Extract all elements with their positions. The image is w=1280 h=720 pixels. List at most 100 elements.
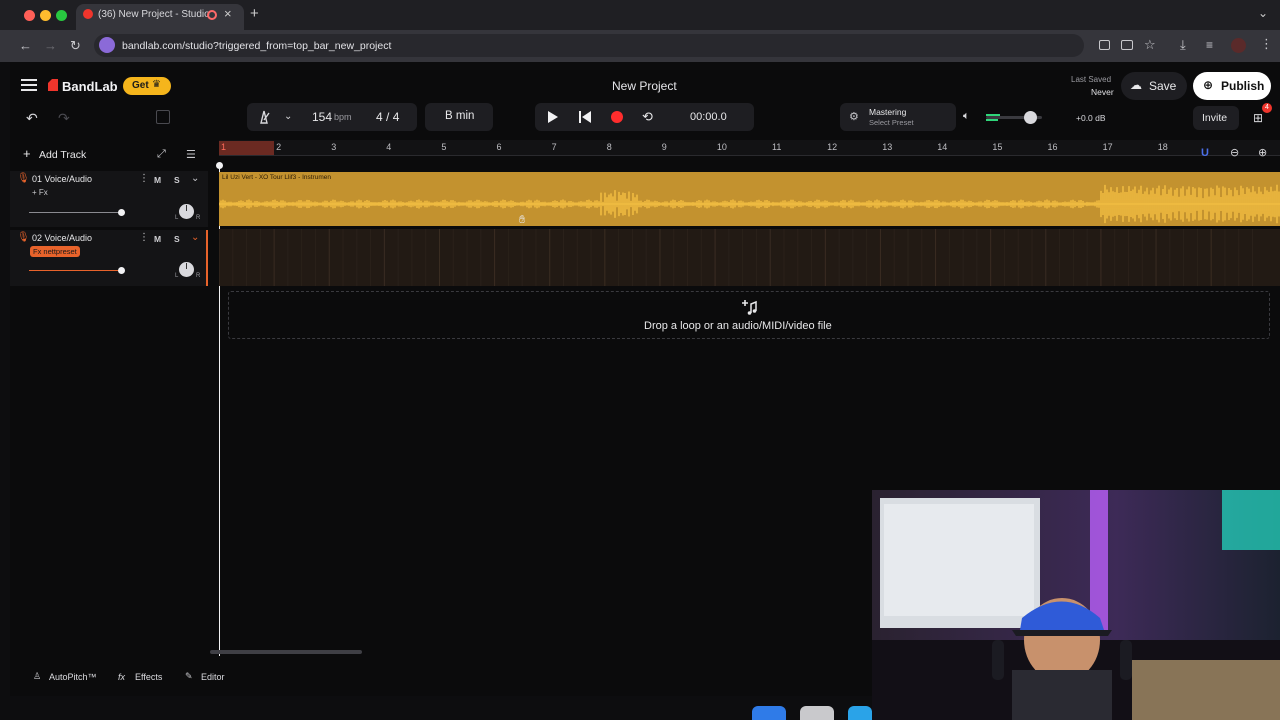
pan-knob[interactable] <box>179 262 194 277</box>
effects-button[interactable]: Effects <box>135 672 162 682</box>
pan-knob[interactable] <box>179 204 194 219</box>
close-window-button[interactable] <box>24 10 35 21</box>
bookmark-star-icon[interactable]: ☆ <box>1144 37 1156 53</box>
project-title[interactable]: New Project <box>612 79 677 93</box>
browser-tab-bar: (36) New Project - Studio × + ⌄ <box>0 0 1280 30</box>
webcam-overlay <box>872 490 1280 720</box>
track-volume-slider[interactable] <box>29 270 121 271</box>
ruler-bar-3: 3 <box>331 142 337 152</box>
split-icon[interactable] <box>156 110 170 124</box>
brand-name: BandLab <box>62 79 118 94</box>
ruler-bar-10: 10 <box>716 142 727 152</box>
profile-avatar[interactable] <box>1231 38 1246 53</box>
mute-button[interactable]: M <box>154 234 161 244</box>
globe-icon: ⊕ <box>1203 78 1214 92</box>
webcam-scene <box>872 490 1280 720</box>
track-header-2[interactable]: 🎙︎ 02 Voice/Audio Fx nettpreset ⋮ M S ⌄ … <box>10 230 208 286</box>
loop-icon[interactable]: ⟲ <box>642 109 653 125</box>
plus-icon: + <box>23 146 31 161</box>
bpm-value[interactable]: 154 <box>312 110 332 124</box>
metronome-icon[interactable] <box>257 110 271 124</box>
track-volume-handle[interactable] <box>118 267 125 274</box>
track-options-icon[interactable]: ⋮ <box>139 232 149 243</box>
expand-chevron-icon[interactable]: ⌄ <box>191 232 199 243</box>
metronome-options-chevron-icon[interactable]: ⌄ <box>284 111 292 122</box>
ruler-bar-1: 1 <box>221 142 227 152</box>
track-name[interactable]: 02 Voice/Audio <box>32 233 92 243</box>
track-volume-slider[interactable] <box>29 212 121 213</box>
time-display: 00:00.0 <box>690 111 727 123</box>
fx-preset-badge[interactable]: Fx nettpreset <box>30 246 80 257</box>
master-db-value: +0.0 dB <box>1076 113 1106 123</box>
site-info-icon[interactable] <box>99 37 115 53</box>
loop-region-marker[interactable] <box>219 141 274 155</box>
snap-magnet-icon[interactable]: U <box>1201 147 1209 159</box>
get-membership-button[interactable]: Get ♛ <box>123 77 171 95</box>
track-settings-icon[interactable]: ☰ <box>186 148 196 161</box>
bandlab-logo-icon <box>46 78 60 92</box>
audio-region[interactable]: Lil Uzi Vert - XO Tour Llif3 - Instrumen <box>219 172 1280 226</box>
play-icon[interactable] <box>548 111 558 123</box>
reader-mode-icon[interactable] <box>1099 40 1110 50</box>
add-fx-button[interactable]: + Fx <box>32 188 48 197</box>
reload-icon[interactable]: ↻ <box>70 38 81 54</box>
skip-to-start-icon[interactable] <box>579 111 591 123</box>
browser-menu-icon[interactable]: ⋮ <box>1260 36 1273 52</box>
ruler-bar-14: 14 <box>937 142 948 152</box>
ruler-bar-2: 2 <box>276 142 282 152</box>
solo-button[interactable]: S <box>174 175 180 185</box>
tab-search-chevron-icon[interactable]: ⌄ <box>1258 6 1268 20</box>
waveform <box>219 184 1280 224</box>
tab-title: (36) New Project - Studio <box>98 9 210 20</box>
ruler-bar-13: 13 <box>882 142 893 152</box>
track-options-icon[interactable]: ⋮ <box>139 173 149 184</box>
cast-icon[interactable] <box>1121 40 1133 50</box>
timeline-ruler[interactable] <box>219 140 1280 156</box>
back-icon[interactable]: ← <box>19 38 32 53</box>
recording-indicator-icon <box>207 10 217 20</box>
master-volume-handle[interactable] <box>1024 111 1037 124</box>
automation-icon[interactable]: ⤢ <box>157 148 166 161</box>
time-signature[interactable]: 4 / 4 <box>376 110 399 124</box>
ruler-bar-7: 7 <box>551 142 557 152</box>
solo-button[interactable]: S <box>174 234 180 244</box>
horizontal-scrollbar[interactable] <box>210 650 362 654</box>
extensions-icon[interactable]: ≡ <box>1206 38 1213 52</box>
autopitch-button[interactable]: AutoPitch™ <box>49 672 97 682</box>
add-music-note-icon <box>740 298 758 316</box>
playhead-handle[interactable] <box>216 162 223 169</box>
key-button[interactable]: B min <box>425 103 493 131</box>
save-button[interactable]: ☁ Save <box>1121 72 1187 100</box>
close-tab-icon[interactable]: × <box>224 6 232 21</box>
track-name[interactable]: 01 Voice/Audio <box>32 174 92 184</box>
safari-dock-icon[interactable] <box>848 706 872 720</box>
last-saved-value: Never <box>1091 87 1114 97</box>
new-tab-icon[interactable]: + <box>250 5 259 22</box>
last-saved-label: Last Saved <box>1071 75 1112 84</box>
empty-track-lane[interactable] <box>219 229 1280 286</box>
editor-button[interactable]: Editor <box>201 672 225 682</box>
record-button[interactable] <box>611 111 623 123</box>
expand-chevron-icon[interactable]: ⌄ <box>191 173 199 184</box>
track-header-1[interactable]: 🎙︎ 01 Voice/Audio + Fx ⋮ M S ⌄ L R <box>10 171 208 227</box>
redo-icon[interactable]: ↷ <box>58 110 70 127</box>
gift-icon[interactable]: ⊞ <box>1253 111 1263 125</box>
ruler-bar-9: 9 <box>661 142 667 152</box>
hamburger-menu-icon[interactable] <box>21 79 37 91</box>
track-volume-handle[interactable] <box>118 209 125 216</box>
publish-button[interactable]: ⊕ Publish <box>1193 72 1271 100</box>
forward-icon[interactable]: → <box>44 38 57 53</box>
maximize-window-button[interactable] <box>56 10 67 21</box>
download-icon[interactable]: ⤓ <box>1180 37 1186 53</box>
zoom-out-icon[interactable]: ⊖ <box>1230 146 1239 159</box>
mute-button[interactable]: M <box>154 175 161 185</box>
invite-button[interactable]: Invite <box>1193 106 1239 130</box>
mastering-button[interactable]: ⚙ Mastering Select Preset <box>840 103 956 131</box>
add-track-button[interactable]: + Add Track <box>17 146 91 164</box>
undo-icon[interactable]: ↶ <box>26 110 38 127</box>
zoom-in-icon[interactable]: ⊕ <box>1258 146 1267 159</box>
launchpad-dock-icon[interactable] <box>800 706 834 720</box>
finder-dock-icon[interactable] <box>752 706 786 720</box>
speaker-volume-icon[interactable]: 🔈︎ <box>963 110 970 123</box>
minimize-window-button[interactable] <box>40 10 51 21</box>
